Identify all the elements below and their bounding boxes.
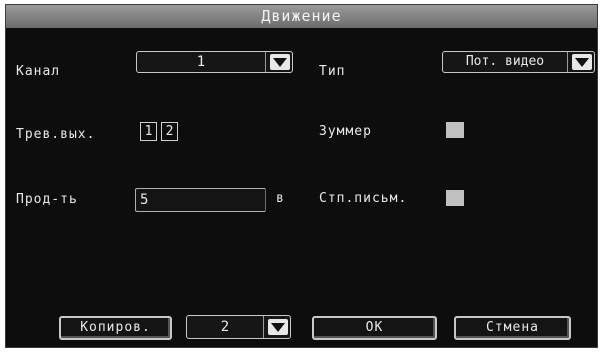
motion-dialog: Движение Канал 1 Тип Пот. видео Трев.вых… <box>5 4 598 348</box>
cancel-button[interactable]: Стмена <box>454 316 571 340</box>
channel-value: 1 <box>137 52 266 72</box>
email-checkbox[interactable] <box>446 190 464 206</box>
dialog-title: Движение <box>6 5 597 28</box>
duration-input[interactable]: 5 <box>135 188 266 212</box>
alarm-out-1-toggle[interactable]: 1 <box>140 122 157 141</box>
chevron-down-icon[interactable] <box>268 319 288 335</box>
copy-target-value: 2 <box>187 316 264 338</box>
chevron-down-icon[interactable] <box>572 54 592 70</box>
duration-label: Прод-ть <box>16 192 78 207</box>
copy-button[interactable]: Копиров. <box>59 316 172 340</box>
type-label: Тип <box>319 64 346 79</box>
channel-label: Канал <box>16 64 61 79</box>
alarm-out-2-toggle[interactable]: 2 <box>161 122 178 141</box>
buzzer-checkbox[interactable] <box>446 122 464 138</box>
buzzer-label: Зуммер <box>319 124 372 139</box>
alarm-out-label: Трев.вых. <box>16 127 96 142</box>
copy-target-select[interactable]: 2 <box>186 315 291 339</box>
channel-select[interactable]: 1 <box>136 51 293 73</box>
type-value: Пот. видео <box>443 52 568 72</box>
ok-button[interactable]: ОК <box>312 316 437 340</box>
email-label: Стп.письм. <box>319 191 408 206</box>
duration-unit: в <box>276 191 285 206</box>
chevron-down-icon[interactable] <box>270 54 290 70</box>
type-select[interactable]: Пот. видео <box>442 51 595 73</box>
